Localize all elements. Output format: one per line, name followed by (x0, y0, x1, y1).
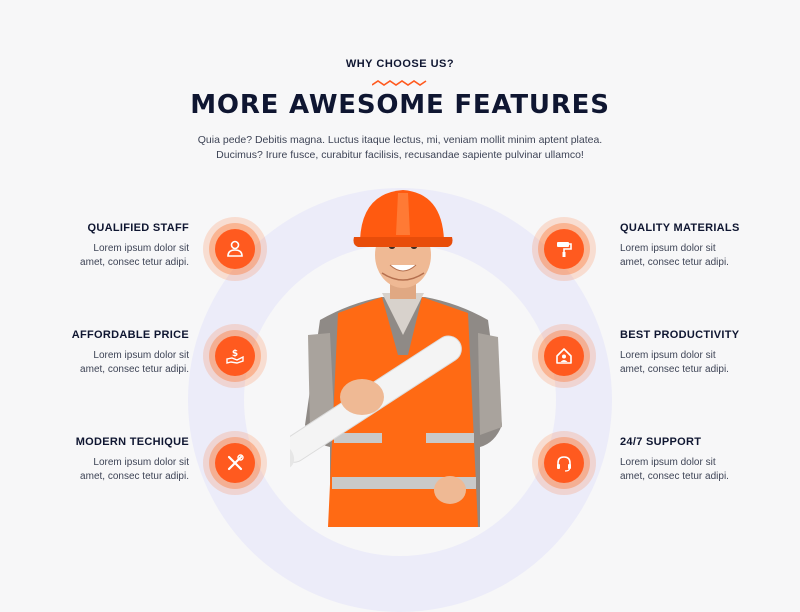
section-eyebrow: WHY CHOOSE US? (345, 58, 455, 70)
tools-badge (203, 431, 267, 495)
feature-desc-line-1: Lorem ipsum dolor sit (93, 457, 189, 468)
staff-icon (227, 240, 243, 257)
worker-image (290, 190, 502, 527)
subtitle-line-1: Quia pede? Debitis magna. Luctus itaque … (197, 134, 603, 146)
feature-desc-line-2: amet, consec tetur adipi. (80, 471, 189, 482)
svg-text:$: $ (232, 349, 238, 359)
feature-desc-line-1: Lorem ipsum dolor sit (620, 243, 716, 254)
feature-desc-line-2: amet, consec tetur adipi. (80, 257, 189, 268)
materials-badge (532, 217, 596, 281)
house-icon (556, 348, 572, 364)
feature-desc: Lorem ipsum dolor sit amet, consec tetur… (620, 349, 790, 377)
feature-desc: Lorem ipsum dolor sit amet, consec tetur… (0, 242, 200, 270)
zigzag-divider-icon (372, 80, 427, 86)
support-badge (532, 431, 596, 495)
feature-desc: Lorem ipsum dolor sit amet, consec tetur… (620, 456, 790, 484)
feature-title: QUALITY MATERIALS (620, 222, 740, 234)
feature-qualified-staff: QUALIFIED STAFF Lorem ipsum dolor sit am… (0, 222, 200, 270)
feature-title: AFFORDABLE PRICE (71, 329, 189, 341)
feature-desc: Lorem ipsum dolor sit amet, consec tetur… (0, 456, 200, 484)
feature-desc-line-2: amet, consec tetur adipi. (80, 364, 189, 375)
feature-modern-techique: MODERN TECHIQUE Lorem ipsum dolor sit am… (0, 436, 200, 484)
feature-desc-line-1: Lorem ipsum dolor sit (93, 350, 189, 361)
productivity-badge (532, 324, 596, 388)
feature-title: QUALIFIED STAFF (87, 222, 189, 234)
features-section: WHY CHOOSE US? MORE AWESOME FEATURES Qui… (0, 0, 800, 612)
feature-quality-materials: QUALITY MATERIALS Lorem ipsum dolor sit … (620, 222, 790, 270)
feature-desc-line-1: Lorem ipsum dolor sit (620, 457, 716, 468)
section-title: MORE AWESOME FEATURES (190, 90, 610, 120)
feature-desc-line-2: amet, consec tetur adipi. (620, 364, 729, 375)
feature-title: 24/7 SUPPORT (620, 436, 702, 448)
feature-desc: Lorem ipsum dolor sit amet, consec tetur… (620, 242, 790, 270)
staff-badge (203, 217, 267, 281)
paint-roller-icon (557, 242, 572, 257)
feature-affordable-price: AFFORDABLE PRICE Lorem ipsum dolor sit a… (0, 329, 200, 377)
feature-title: MODERN TECHIQUE (75, 436, 189, 448)
feature-title: BEST PRODUCTIVITY (620, 329, 740, 341)
headset-icon (557, 456, 571, 472)
feature-desc-line-2: amet, consec tetur adipi. (620, 471, 729, 482)
section-subtitle: Quia pede? Debitis magna. Luctus itaque … (150, 133, 650, 163)
feature-best-productivity: BEST PRODUCTIVITY Lorem ipsum dolor sit … (620, 329, 790, 377)
subtitle-line-2: Ducimus? Irure fusce, curabitur facilisi… (216, 149, 584, 161)
feature-desc: Lorem ipsum dolor sit amet, consec tetur… (0, 349, 200, 377)
feature-desc-line-1: Lorem ipsum dolor sit (93, 243, 189, 254)
tools-icon (227, 454, 244, 471)
price-badge: $ (203, 324, 267, 388)
feature-24-7-support: 24/7 SUPPORT Lorem ipsum dolor sit amet,… (620, 436, 790, 484)
feature-desc-line-1: Lorem ipsum dolor sit (620, 350, 716, 361)
feature-desc-line-2: amet, consec tetur adipi. (620, 257, 729, 268)
price-icon: $ (226, 349, 244, 364)
